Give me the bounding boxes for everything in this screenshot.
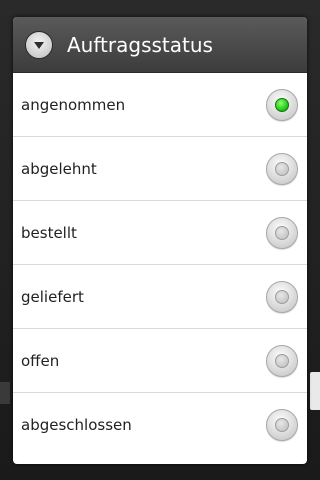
status-option-list: angenommen abgelehnt bestellt geliefert …: [13, 73, 307, 457]
radio-indicator: [275, 418, 289, 432]
option-row-geliefert[interactable]: geliefert: [13, 265, 307, 329]
radio-button[interactable]: [266, 344, 298, 377]
option-row-abgelehnt[interactable]: abgelehnt: [13, 137, 307, 201]
radio-button[interactable]: [266, 152, 298, 185]
option-label: geliefert: [21, 287, 84, 306]
option-row-abgeschlossen[interactable]: abgeschlossen: [13, 393, 307, 457]
radio-indicator: [275, 225, 289, 240]
option-label: offen: [21, 351, 60, 370]
radio-indicator: [275, 97, 289, 112]
radio-indicator: [275, 161, 289, 176]
radio-button[interactable]: [266, 280, 298, 313]
option-row-angenommen[interactable]: angenommen: [13, 73, 307, 137]
background-scroll-edge: [310, 372, 320, 410]
option-row-bestellt[interactable]: bestellt: [13, 201, 307, 265]
order-status-dialog: Auftragsstatus angenommen abgelehnt best…: [13, 17, 307, 464]
radio-indicator: [275, 289, 289, 304]
dialog-title: Auftragsstatus: [67, 32, 213, 57]
background-edge: [0, 382, 10, 404]
chevron-down-circle-icon: [25, 30, 53, 59]
option-label: abgeschlossen: [21, 416, 132, 434]
dialog-header: Auftragsstatus: [13, 17, 307, 73]
radio-button[interactable]: [266, 216, 298, 249]
radio-button[interactable]: [266, 409, 298, 441]
option-label: abgelehnt: [21, 159, 97, 178]
option-label: angenommen: [21, 95, 126, 114]
option-row-offen[interactable]: offen: [13, 329, 307, 393]
radio-indicator: [275, 353, 289, 368]
radio-button-checked[interactable]: [266, 88, 298, 121]
option-label: bestellt: [21, 223, 77, 242]
